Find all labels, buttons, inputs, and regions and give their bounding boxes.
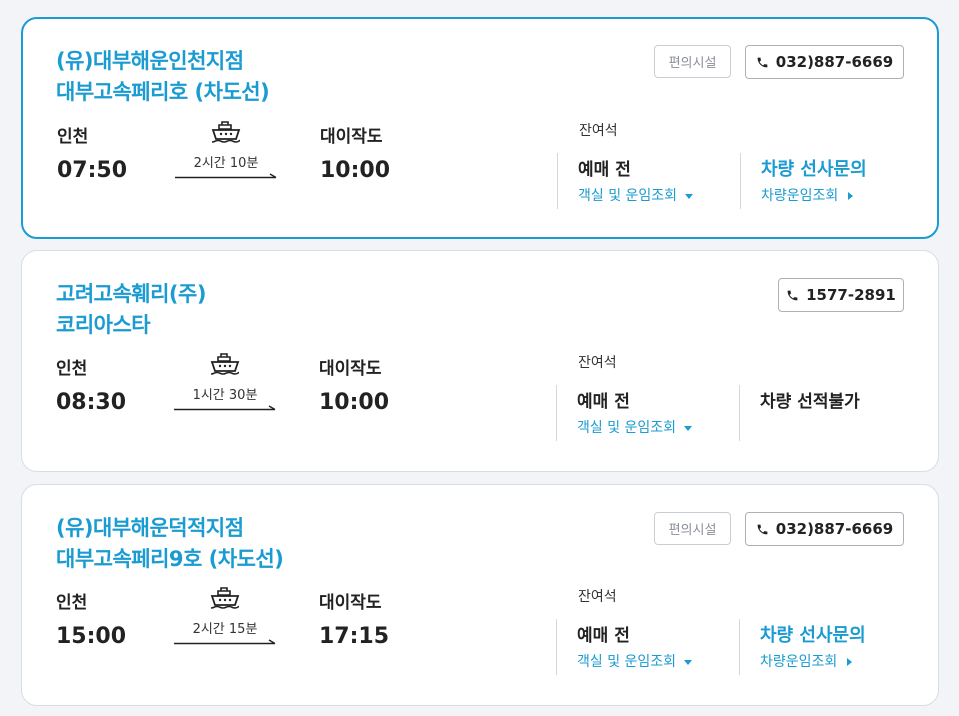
seats-label: 잔여석 [579, 123, 618, 139]
company-name: 고려고속훼리(주) [56, 282, 206, 306]
phone-number: 1577-2891 [806, 286, 896, 304]
vessel-name: 대부고속페리호 (차도선) [56, 80, 270, 104]
divider [556, 619, 557, 675]
arrival-time: 10:00 [319, 390, 390, 415]
seats-label: 잔여석 [578, 355, 617, 371]
vehicle-link-label: 차량운임조회 [760, 654, 838, 670]
phone-number: 032)887-6669 [775, 53, 894, 71]
arrow-icon [174, 405, 276, 411]
vehicle-fare-link[interactable]: 차량운임조회 [761, 185, 854, 205]
phone-button[interactable]: 032)887-6669 [745, 512, 904, 546]
divider [557, 153, 558, 209]
booking-status: 예매 전 [577, 392, 630, 412]
arrival-time: 17:15 [319, 624, 390, 649]
arrival-port: 대이작도 [320, 127, 383, 147]
vehicle-status: 차량 선사문의 [760, 625, 866, 646]
fare-inquiry-link[interactable]: 객실 및 운임조회 [578, 185, 694, 205]
arrival-port: 대이작도 [319, 359, 382, 379]
facilities-button[interactable]: 편의시설 [654, 45, 731, 78]
phone-number: 032)887-6669 [775, 520, 894, 538]
phone-button[interactable]: 032)887-6669 [745, 45, 904, 79]
departure-time: 07:50 [57, 158, 128, 183]
ship-icon [210, 587, 240, 609]
departure-time: 15:00 [56, 624, 127, 649]
phone-button[interactable]: 1577-2891 [778, 278, 904, 312]
ferry-card[interactable]: (유)대부해운인천지점 대부고속페리호 (차도선) 편의시설 032)887-6… [21, 17, 939, 239]
phone-icon [757, 57, 768, 67]
vehicle-status: 차량 선사문의 [761, 159, 867, 180]
fare-link-label: 객실 및 운임조회 [577, 420, 677, 436]
vehicle-fare-link[interactable]: 차량운임조회 [760, 651, 853, 671]
fare-inquiry-link[interactable]: 객실 및 운임조회 [577, 417, 693, 437]
facilities-button[interactable]: 편의시설 [654, 512, 731, 545]
vehicle-link-label: 차량운임조회 [761, 188, 839, 204]
phone-icon [757, 524, 768, 534]
arrival-port: 대이작도 [319, 593, 382, 613]
fare-inquiry-link[interactable]: 객실 및 운임조회 [577, 651, 693, 671]
divider [739, 619, 740, 675]
ferry-card[interactable]: 고려고속훼리(주) 코리아스타 1577-2891 인천 08:30 1시간 3… [21, 250, 939, 472]
arrow-icon [175, 173, 277, 179]
ship-icon [211, 121, 241, 143]
booking-status: 예매 전 [578, 160, 631, 180]
caret-right-icon [848, 192, 854, 200]
phone-icon [787, 290, 798, 300]
vessel-name: 대부고속페리9호 (차도선) [56, 547, 284, 571]
ship-icon [210, 353, 240, 375]
company-info: (유)대부해운인천지점 대부고속페리호 (차도선) [56, 46, 270, 108]
divider [739, 385, 740, 441]
arrow-icon [174, 639, 276, 645]
vessel-name: 코리아스타 [56, 313, 151, 337]
divider [556, 385, 557, 441]
departure-port: 인천 [57, 127, 89, 147]
company-name: (유)대부해운인천지점 [56, 49, 244, 73]
fare-link-label: 객실 및 운임조회 [578, 188, 678, 204]
company-info: (유)대부해운덕적지점 대부고속페리9호 (차도선) [56, 513, 284, 575]
caret-down-icon [685, 193, 694, 199]
company-name: (유)대부해운덕적지점 [56, 516, 244, 540]
seats-label: 잔여석 [578, 589, 617, 605]
caret-down-icon [684, 425, 693, 431]
company-info: 고려고속훼리(주) 코리아스타 [56, 279, 206, 341]
departure-time: 08:30 [56, 390, 127, 415]
arrival-time: 10:00 [320, 158, 391, 183]
departure-port: 인천 [56, 359, 88, 379]
departure-port: 인천 [56, 593, 88, 613]
caret-right-icon [847, 658, 853, 666]
booking-status: 예매 전 [577, 626, 630, 646]
fare-link-label: 객실 및 운임조회 [577, 654, 677, 670]
vehicle-status: 차량 선적불가 [760, 392, 860, 412]
divider [740, 153, 741, 209]
ferry-card[interactable]: (유)대부해운덕적지점 대부고속페리9호 (차도선) 편의시설 032)887-… [21, 484, 939, 706]
caret-down-icon [684, 659, 693, 665]
